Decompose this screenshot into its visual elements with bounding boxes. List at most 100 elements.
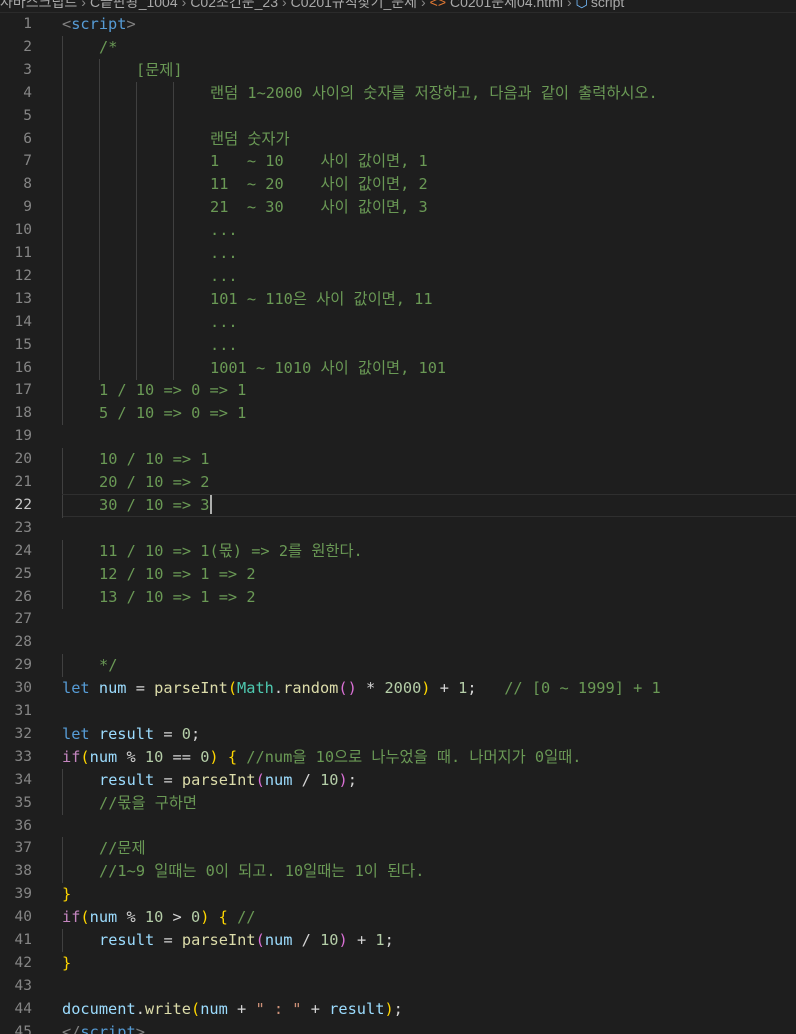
code-text[interactable]: ... (210, 242, 238, 265)
code-line[interactable]: 9 21 ~ 30 사이 값이면, 3 (0, 196, 796, 220)
breadcrumb-item[interactable]: C0201규칙찾기_문제 (291, 0, 417, 10)
code-text[interactable]: document.write(num + " : " + result); (62, 998, 403, 1021)
code-text[interactable]: 30 / 10 => 3 (99, 494, 212, 516)
code-text[interactable]: //1~9 일때는 0이 되고. 10일때는 1이 된다. (99, 860, 424, 883)
code-area[interactable]: */ (62, 654, 796, 678)
code-text[interactable]: 101 ~ 110은 사이 값이면, 11 (210, 288, 433, 311)
code-area[interactable] (62, 608, 796, 631)
code-line[interactable]: 37 //문제 (0, 837, 796, 861)
code-area[interactable]: 랜덤 숫자가 (62, 127, 796, 151)
code-area[interactable]: 5 / 10 => 0 => 1 (62, 402, 796, 426)
code-text[interactable]: <script> (62, 13, 136, 36)
code-line[interactable]: 26 13 / 10 => 1 => 2 (0, 585, 796, 609)
code-line[interactable]: 6 랜덤 숫자가 (0, 127, 796, 151)
code-area[interactable]: result = parseInt(num / 10); (62, 768, 796, 792)
code-line[interactable]: 10... (0, 219, 796, 243)
code-line[interactable]: 5 (0, 104, 796, 128)
code-line[interactable]: 15... (0, 333, 796, 357)
code-area[interactable]: 1 / 10 => 0 => 1 (62, 379, 796, 403)
code-line[interactable]: 12... (0, 264, 796, 288)
code-area[interactable]: ... (62, 333, 796, 357)
code-text[interactable]: ... (210, 219, 238, 242)
code-text[interactable]: result = parseInt(num / 10) + 1; (99, 929, 394, 952)
code-area[interactable]: 12 / 10 => 1 => 2 (62, 562, 796, 586)
code-text[interactable]: 13 / 10 => 1 => 2 (99, 586, 256, 609)
code-text[interactable]: */ (99, 654, 117, 677)
code-area[interactable]: /* (62, 35, 796, 59)
code-text[interactable]: 랜덤 숫자가 (210, 128, 290, 151)
code-area[interactable]: 30 / 10 => 3 (62, 493, 796, 518)
code-line[interactable]: 22 30 / 10 => 3 (0, 493, 796, 518)
code-area[interactable]: 1 ~ 10 사이 값이면, 1 (62, 150, 796, 174)
code-text[interactable]: //문제 (99, 837, 146, 860)
code-line[interactable]: 20 10 / 10 => 1 (0, 448, 796, 472)
code-area[interactable]: if(num % 10 > 0) { // (62, 906, 796, 929)
code-text[interactable]: 랜덤 1~2000 사이의 숫자를 저장하고, 다음과 같이 출력하시오. (210, 82, 658, 105)
code-line[interactable]: 40 if(num % 10 > 0) { // (0, 906, 796, 929)
code-area[interactable]: //몫을 구하면 (62, 791, 796, 815)
code-line[interactable]: 23 (0, 517, 796, 540)
code-area[interactable]: //1~9 일때는 0이 되고. 10일때는 1이 된다. (62, 860, 796, 884)
code-text[interactable]: } (62, 883, 71, 906)
code-area[interactable]: 20 / 10 => 2 (62, 471, 796, 494)
code-area[interactable]: [문제] (62, 58, 796, 82)
code-line[interactable]: 13 101 ~ 110은 사이 값이면, 11 (0, 287, 796, 311)
code-line[interactable]: 3 [문제] (0, 58, 796, 82)
code-line[interactable]: 35 //몫을 구하면 (0, 791, 796, 815)
code-line[interactable]: 30 let num = parseInt(Math.random() * 200… (0, 677, 796, 700)
code-area[interactable] (62, 975, 796, 998)
breadcrumb-item[interactable]: C02조건문_23 (190, 0, 278, 10)
code-area[interactable]: } (62, 952, 796, 975)
code-line[interactable]: 29 */ (0, 654, 796, 678)
code-area[interactable]: ... (62, 242, 796, 265)
code-text[interactable]: 10 / 10 => 1 (99, 448, 210, 471)
code-line[interactable]: 19 (0, 425, 796, 448)
code-area[interactable]: 11 ~ 20 사이 값이면, 2 (62, 173, 796, 197)
code-editor[interactable]: 1 <script> 2/* 3 [문제] 4 랜덤 1~2000 사이의 숫자를 저장하고… (0, 12, 796, 1034)
code-line[interactable]: 14... (0, 310, 796, 334)
code-area[interactable] (62, 104, 796, 128)
code-line[interactable]: 1 <script> (0, 13, 796, 36)
code-text[interactable]: if(num % 10 > 0) { // (62, 906, 256, 929)
code-line[interactable]: 11... (0, 242, 796, 265)
breadcrumb-symbol[interactable]: script (591, 0, 624, 10)
code-text[interactable]: 1 ~ 10 사이 값이면, 1 (210, 150, 428, 173)
code-line[interactable]: 4 랜덤 1~2000 사이의 숫자를 저장하고, 다음과 같이 출력하시오. (0, 81, 796, 105)
code-line[interactable]: 18 5 / 10 => 0 => 1 (0, 402, 796, 426)
code-text[interactable]: //몫을 구하면 (99, 792, 197, 815)
code-line[interactable]: 2 /* (0, 35, 796, 59)
code-area[interactable]: 랜덤 1~2000 사이의 숫자를 저장하고, 다음과 같이 출력하시오. (62, 81, 796, 105)
code-text[interactable]: 11 ~ 20 사이 값이면, 2 (210, 173, 428, 196)
code-text[interactable]: 1001 ~ 1010 사이 값이면, 101 (210, 357, 446, 380)
code-area[interactable]: //문제 (62, 837, 796, 861)
code-area[interactable]: } (62, 883, 796, 906)
code-text[interactable]: 20 / 10 => 2 (99, 471, 210, 494)
code-line[interactable]: 31 (0, 700, 796, 723)
code-area[interactable]: ... (62, 264, 796, 288)
code-line[interactable]: 33 if(num % 10 == 0) { //num을 10으로 나누었을 때… (0, 746, 796, 769)
code-text[interactable]: 11 / 10 => 1(몫) => 2를 원한다. (99, 540, 363, 563)
code-line[interactable]: 25 12 / 10 => 1 => 2 (0, 562, 796, 586)
code-line[interactable]: 17 1 / 10 => 0 => 1 (0, 379, 796, 403)
code-area[interactable] (62, 631, 796, 654)
code-line[interactable]: 39} (0, 883, 796, 906)
code-line[interactable]: 27 (0, 608, 796, 631)
code-area[interactable]: ... (62, 219, 796, 243)
code-area[interactable]: 10 / 10 => 1 (62, 448, 796, 472)
code-area[interactable]: ... (62, 310, 796, 334)
code-text[interactable]: let num = parseInt(Math.random() * 2000)… (62, 677, 661, 700)
code-area[interactable]: if(num % 10 == 0) { //num을 10으로 나누었을 때. … (62, 746, 796, 769)
code-area[interactable] (62, 517, 796, 540)
code-text[interactable]: 12 / 10 => 1 => 2 (99, 563, 256, 586)
code-text[interactable]: let result = 0; (62, 723, 200, 746)
code-area[interactable] (62, 815, 796, 838)
code-text[interactable]: /* (99, 36, 117, 59)
breadcrumb-item[interactable]: 자바스크립트 (0, 0, 77, 10)
code-line[interactable]: 32 let result = 0; (0, 723, 796, 746)
code-line[interactable]: 7 1 ~ 10 사이 값이면, 1 (0, 150, 796, 174)
breadcrumb-item[interactable]: C끝판왕_1004 (90, 0, 178, 10)
code-area[interactable]: 11 / 10 => 1(몫) => 2를 원한다. (62, 539, 796, 563)
code-text[interactable]: ... (210, 334, 238, 357)
code-text[interactable]: 21 ~ 30 사이 값이면, 3 (210, 196, 428, 219)
code-text[interactable]: 5 / 10 => 0 => 1 (99, 402, 246, 425)
